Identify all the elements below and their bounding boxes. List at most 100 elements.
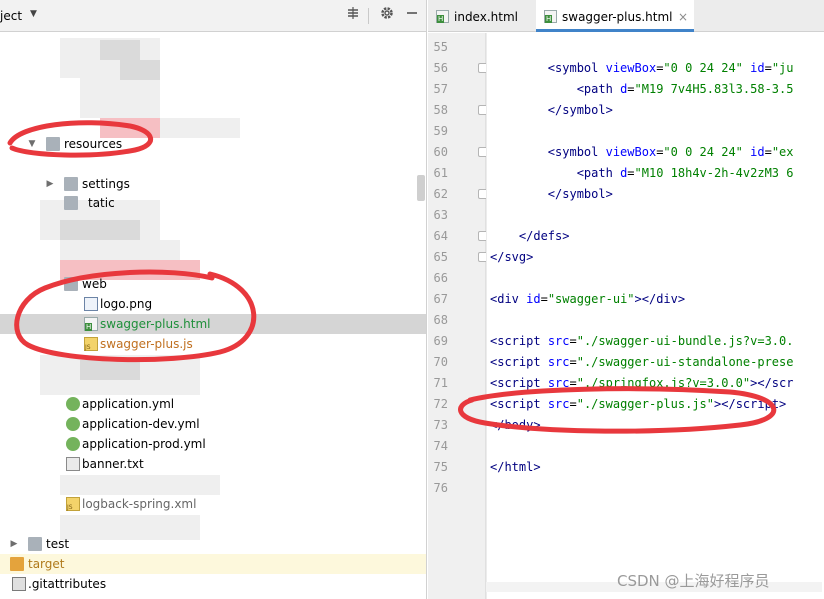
redacted-region bbox=[80, 360, 140, 380]
tree-item-label: target bbox=[28, 557, 65, 571]
code-editor: index.html swagger-plus.html × 555657585… bbox=[428, 0, 824, 599]
code-line[interactable] bbox=[490, 310, 824, 331]
line-number: 66 bbox=[433, 271, 448, 285]
code-line[interactable]: <script src="./swagger-ui-bundle.js?v=3.… bbox=[490, 331, 824, 352]
redacted-region bbox=[60, 220, 140, 240]
yml-file-icon bbox=[66, 417, 80, 431]
code-line[interactable]: <div id="swagger-ui"></div> bbox=[490, 289, 824, 310]
code-line[interactable]: <script src="./swagger-ui-standalone-pre… bbox=[490, 352, 824, 373]
code-line[interactable]: </defs> bbox=[490, 226, 824, 247]
code-line[interactable] bbox=[490, 121, 824, 142]
tree-item-gitattributes[interactable]: .gitattributes bbox=[0, 574, 426, 594]
chevron-down-icon[interactable]: ▼ bbox=[30, 9, 37, 19]
tree-item-label: swagger-plus.html bbox=[100, 317, 211, 331]
close-icon[interactable]: × bbox=[678, 0, 688, 34]
tree-item-application-prod-yml[interactable]: application-prod.yml bbox=[0, 434, 426, 454]
gear-icon[interactable] bbox=[377, 6, 397, 26]
tree-item-settings[interactable]: ▶ settings bbox=[0, 174, 426, 194]
code-line[interactable]: <symbol viewBox="0 0 24 24" id="ju bbox=[490, 58, 824, 79]
code-line[interactable]: </symbol> bbox=[490, 100, 824, 121]
project-view-title[interactable]: ject bbox=[0, 9, 22, 23]
tree-item-logo-png[interactable]: logo.png bbox=[0, 294, 426, 314]
tree-item-target[interactable]: target bbox=[0, 554, 426, 574]
tab-label: swagger-plus.html bbox=[562, 10, 673, 24]
html-file-icon bbox=[544, 10, 557, 23]
line-number: 74 bbox=[433, 439, 448, 453]
tree-item-application-yml[interactable]: application.yml bbox=[0, 394, 426, 414]
line-number: 72 bbox=[433, 397, 448, 411]
tree-item-swagger-plus-html[interactable]: swagger-plus.html bbox=[0, 314, 426, 334]
code-line[interactable]: <script src="./swagger-plus.js"></script… bbox=[490, 394, 824, 415]
tree-item-label: application-dev.yml bbox=[82, 417, 200, 431]
xml-file-icon bbox=[66, 497, 80, 511]
code-area[interactable]: <symbol viewBox="0 0 24 24" id="ju <path… bbox=[486, 33, 824, 599]
line-number: 59 bbox=[433, 124, 448, 138]
tree-item-test[interactable]: ▶ test bbox=[0, 534, 426, 554]
line-number: 76 bbox=[433, 481, 448, 495]
tree-item-label: test bbox=[46, 537, 70, 551]
line-number: 67 bbox=[433, 292, 448, 306]
code-line[interactable] bbox=[490, 478, 824, 499]
tree-item-label: logo.png bbox=[100, 297, 153, 311]
tree-item-label: application.yml bbox=[82, 397, 175, 411]
code-line[interactable] bbox=[490, 37, 824, 58]
watermark: CSDN @上海好程序员 bbox=[617, 572, 770, 590]
gutter-divider bbox=[486, 33, 487, 599]
editor-tab-bar: index.html swagger-plus.html × bbox=[428, 0, 824, 32]
code-line[interactable]: <path d="M10 18h4v-2h-4v2zM3 6 bbox=[490, 163, 824, 184]
tree-item-logback-xml[interactable]: logback-spring.xml bbox=[0, 494, 426, 514]
folder-icon bbox=[64, 196, 78, 210]
collapse-all-icon[interactable] bbox=[343, 6, 363, 26]
tab-label: index.html bbox=[454, 10, 518, 24]
code-line[interactable] bbox=[490, 268, 824, 289]
tab-swagger-plus-html[interactable]: swagger-plus.html × bbox=[536, 0, 694, 32]
code-line[interactable]: <symbol viewBox="0 0 24 24" id="ex bbox=[490, 142, 824, 163]
image-file-icon bbox=[84, 297, 98, 311]
tree-item-label: web bbox=[82, 277, 107, 291]
project-panel: ject ▼ ▼ resources ▶ settings tatic web … bbox=[0, 0, 427, 599]
line-number: 57 bbox=[433, 82, 448, 96]
code-line[interactable] bbox=[490, 436, 824, 457]
code-line[interactable]: </body> bbox=[490, 415, 824, 436]
line-number: 70 bbox=[433, 355, 448, 369]
line-number: 64 bbox=[433, 229, 448, 243]
code-line[interactable]: <script src="./springfox.js?v=3.0.0"></s… bbox=[490, 373, 824, 394]
chevron-right-icon[interactable]: ▶ bbox=[44, 174, 56, 194]
tree-item-banner-txt[interactable]: banner.txt bbox=[0, 454, 426, 474]
code-line[interactable]: </symbol> bbox=[490, 184, 824, 205]
chevron-down-icon[interactable]: ▼ bbox=[26, 134, 38, 154]
hide-panel-icon[interactable] bbox=[402, 6, 422, 26]
line-number: 75 bbox=[433, 460, 448, 474]
line-number: 62 bbox=[433, 187, 448, 201]
tree-item-label: application-prod.yml bbox=[82, 437, 206, 451]
tree-item-static[interactable]: tatic bbox=[0, 193, 426, 213]
tree-item-web[interactable]: web bbox=[0, 274, 426, 294]
code-line[interactable]: </html> bbox=[490, 457, 824, 478]
js-file-icon bbox=[84, 337, 98, 351]
chevron-right-icon[interactable]: ▶ bbox=[8, 534, 20, 554]
tree-item-resources[interactable]: ▼ resources bbox=[0, 134, 426, 154]
yml-file-icon bbox=[66, 397, 80, 411]
panel-scrollbar-thumb[interactable] bbox=[417, 175, 425, 201]
code-line[interactable]: </svg> bbox=[490, 247, 824, 268]
yml-file-icon bbox=[66, 437, 80, 451]
tree-item-swagger-plus-js[interactable]: swagger-plus.js bbox=[0, 334, 426, 354]
folder-icon bbox=[46, 137, 60, 151]
line-number: 61 bbox=[433, 166, 448, 180]
tab-index-html[interactable]: index.html bbox=[428, 0, 532, 32]
tree-item-application-dev-yml[interactable]: application-dev.yml bbox=[0, 414, 426, 434]
code-line[interactable]: <path d="M19 7v4H5.83l3.58-3.5 bbox=[490, 79, 824, 100]
redacted-region bbox=[80, 78, 160, 118]
tree-item-label: resources bbox=[64, 137, 123, 151]
html-file-icon bbox=[436, 10, 449, 23]
code-line[interactable] bbox=[490, 205, 824, 226]
redacted-region bbox=[60, 240, 180, 260]
excluded-folder-icon bbox=[10, 557, 24, 571]
tree-item-label: tatic bbox=[88, 196, 115, 210]
redacted-region bbox=[120, 60, 160, 80]
tree-item-label: swagger-plus.js bbox=[100, 337, 193, 351]
git-file-icon bbox=[12, 577, 26, 591]
tree-item-label: banner.txt bbox=[82, 457, 144, 471]
html-file-icon bbox=[84, 317, 98, 331]
folder-icon bbox=[28, 537, 42, 551]
